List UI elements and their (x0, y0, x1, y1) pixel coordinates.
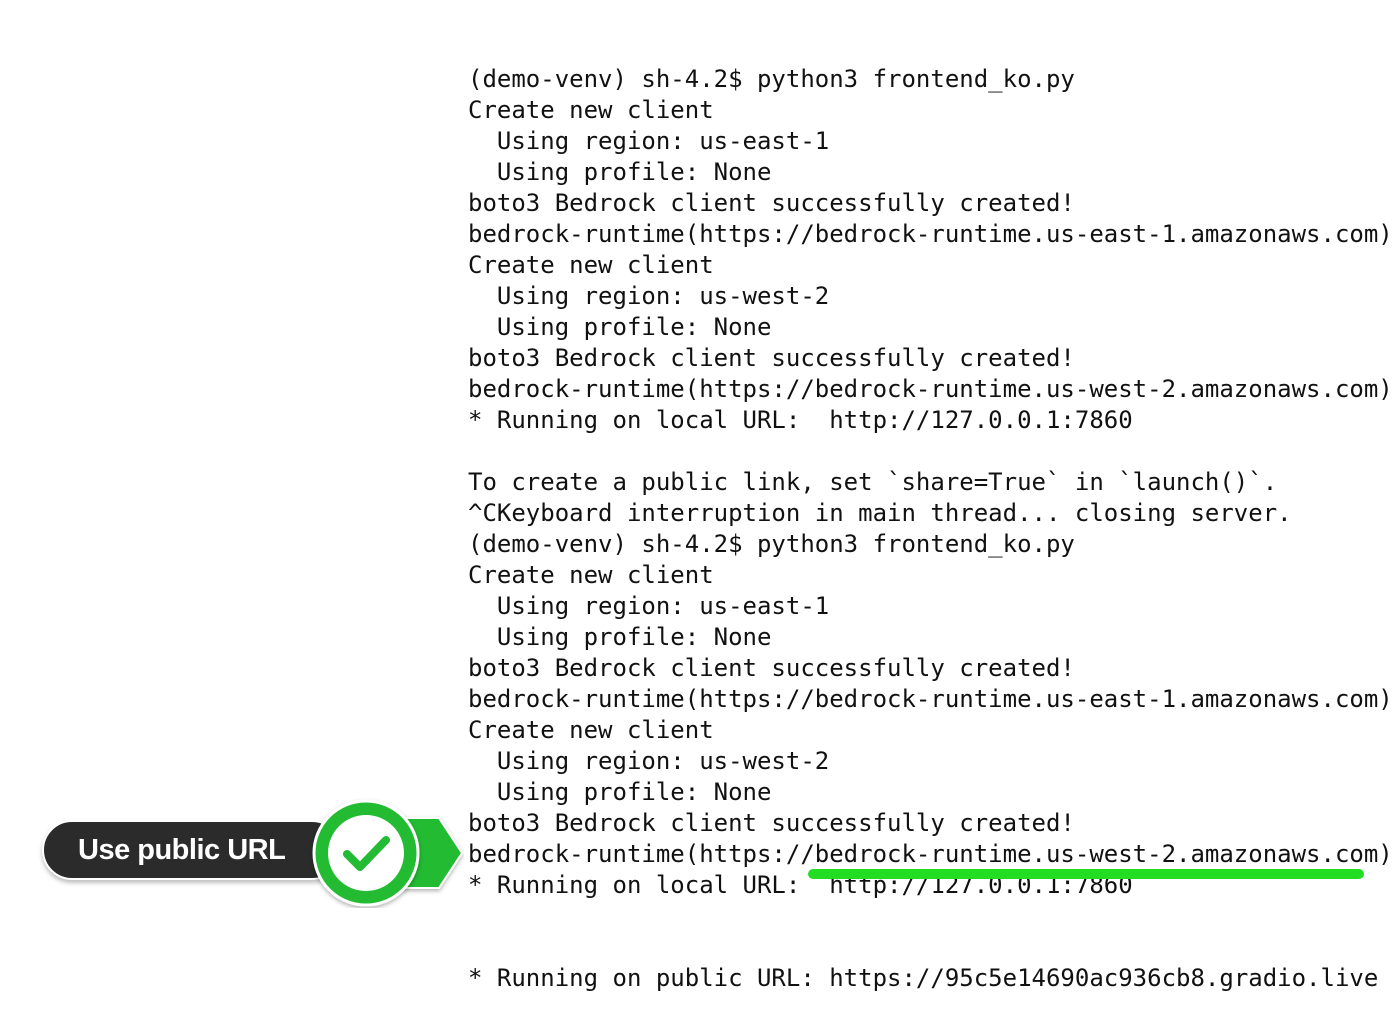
terminal-lines: (demo-venv) sh-4.2$ python3 frontend_ko.… (468, 64, 1393, 901)
terminal-line: boto3 Bedrock client successfully create… (468, 809, 1075, 837)
terminal-line: Using region: us-east-1 (468, 127, 830, 155)
terminal-line: Using region: us-west-2 (468, 747, 830, 775)
terminal-line: Using profile: None (468, 313, 772, 341)
callout-label: Use public URL (78, 834, 286, 866)
public-url-underline (808, 869, 1364, 879)
terminal-line: Using profile: None (468, 778, 772, 806)
terminal-line: Create new client (468, 716, 714, 744)
terminal-line: To create a public link, set `share=True… (468, 468, 1278, 496)
terminal-line: * Running on local URL: http://127.0.0.1… (468, 406, 1133, 434)
public-url-prefix: * Running on public URL: (468, 964, 830, 992)
terminal-line: bedrock-runtime(https://bedrock-runtime.… (468, 375, 1393, 403)
public-url-link[interactable]: https://95c5e14690ac936cb8.gradio.live (829, 964, 1378, 992)
terminal-line: ^CKeyboard interruption in main thread..… (468, 499, 1292, 527)
terminal-line: bedrock-runtime(https://bedrock-runtime.… (468, 220, 1393, 248)
terminal-line: Create new client (468, 251, 714, 279)
terminal-line: Using region: us-east-1 (468, 592, 830, 620)
terminal-line: boto3 Bedrock client successfully create… (468, 654, 1075, 682)
callout-pill: Use public URL (42, 820, 342, 880)
terminal-line: (demo-venv) sh-4.2$ python3 frontend_ko.… (468, 530, 1075, 558)
terminal-line: Using region: us-west-2 (468, 282, 830, 310)
terminal-line: boto3 Bedrock client successfully create… (468, 189, 1075, 217)
checkmark-badge (312, 799, 464, 907)
terminal-line: bedrock-runtime(https://bedrock-runtime.… (468, 685, 1393, 713)
terminal-line: (demo-venv) sh-4.2$ python3 frontend_ko.… (468, 65, 1075, 93)
terminal-line: boto3 Bedrock client successfully create… (468, 344, 1075, 372)
terminal-line: Using profile: None (468, 623, 772, 651)
terminal-line-public-url: * Running on public URL: https://95c5e14… (468, 963, 1378, 994)
terminal-line: Create new client (468, 561, 714, 589)
use-public-url-callout: Use public URL (42, 798, 464, 908)
terminal-line: Create new client (468, 96, 714, 124)
terminal-line: Using profile: None (468, 158, 772, 186)
terminal-line: bedrock-runtime(https://bedrock-runtime.… (468, 840, 1393, 868)
